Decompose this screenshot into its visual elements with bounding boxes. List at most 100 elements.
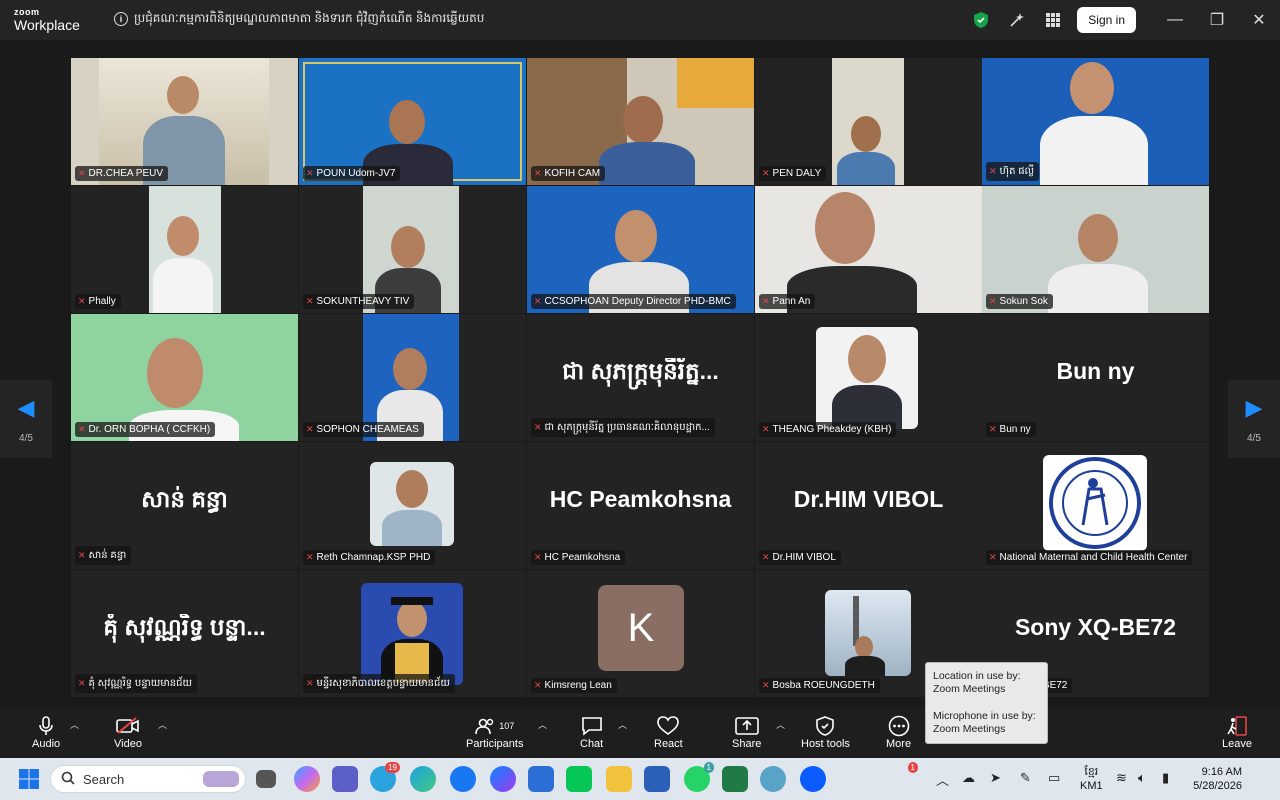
participant-tile[interactable]: ✕ មន្ទីរសុខាភិបាលខេត្តបន្ទាយមានជ័យ (299, 570, 526, 697)
profile-picture (816, 327, 918, 429)
participant-tile[interactable]: ✕ KOFIH CAM (527, 58, 754, 185)
messenger-icon[interactable] (490, 766, 516, 792)
video-options-caret[interactable]: ︿ (158, 718, 167, 731)
participant-tile[interactable]: ✕ Sokun Sok (982, 186, 1209, 313)
participant-name-label: ✕ Dr.HIM VIBOL (759, 550, 841, 565)
minimize-button[interactable]: — (1154, 0, 1196, 40)
show-hidden-icons-icon[interactable]: ︿ (936, 770, 949, 789)
participant-tile[interactable]: ✕ CCSOPHOAN Deputy Director PHD-BMC (527, 186, 754, 313)
line-icon[interactable] (566, 766, 592, 792)
participant-display-name: Dr.HIM VIBOL (793, 486, 944, 512)
location-icon[interactable]: ➤ (990, 770, 1001, 786)
onedrive-icon[interactable]: ☁ (962, 770, 975, 786)
apps-grid-icon[interactable] (1035, 5, 1071, 35)
participant-tile[interactable]: K ✕ Kimsreng Lean (527, 570, 754, 697)
participant-tile[interactable]: ✕ THEANG Pheakdey (KBH) (755, 314, 982, 441)
zoom-taskbar-icon[interactable] (800, 766, 826, 792)
previous-page-button[interactable]: ◀ 4/5 (0, 380, 52, 458)
restore-button[interactable]: ❐ (1196, 0, 1238, 40)
audio-button[interactable]: Audio (32, 714, 60, 750)
participant-tile[interactable]: ✕ ហ៊ុត ផល្លី (982, 58, 1209, 185)
muted-mic-icon: ✕ (762, 680, 770, 690)
chat-options-caret[interactable]: ︿ (618, 718, 627, 731)
participant-tile[interactable]: ✕ Phally (71, 186, 298, 313)
clock-app-icon[interactable] (760, 766, 786, 792)
brand-top: zoom (14, 7, 40, 17)
info-icon[interactable]: i (114, 12, 128, 26)
more-button[interactable]: More (886, 714, 911, 750)
participant-tile[interactable]: ✕ Reth Chamnap.KSP PHD (299, 442, 526, 569)
participant-tile[interactable]: ✕ DR.CHEA PEUV (71, 58, 298, 185)
word-icon[interactable] (644, 766, 670, 792)
muted-mic-icon: ✕ (534, 422, 542, 432)
participant-name-label: ✕ Sokun Sok (986, 294, 1053, 309)
keyboard-icon[interactable]: ▭ (1048, 770, 1060, 786)
whatsapp-icon[interactable]: 1 (684, 762, 714, 792)
video-button[interactable]: Video (114, 714, 142, 750)
participant-name-label: ✕ KOFIH CAM (531, 166, 606, 181)
close-window-button[interactable]: ✕ (1238, 0, 1280, 40)
share-button[interactable]: Share (732, 714, 761, 750)
start-menu-icon[interactable] (16, 766, 42, 792)
muted-mic-icon: ✕ (989, 296, 997, 306)
audio-options-caret[interactable]: ︿ (70, 718, 79, 731)
task-view-icon[interactable] (256, 770, 276, 788)
facebook-icon[interactable] (450, 766, 476, 792)
participant-tile[interactable]: ✕ Pann An (755, 186, 982, 313)
muted-mic-icon: ✕ (78, 168, 86, 178)
participant-tile[interactable]: ជា សុភក្រ្តមុនីរ័ត្ន... ✕ ជា សុភក្រ្តមុនី… (527, 314, 754, 441)
system-clock[interactable]: 9:16 AM 5/28/2026 (1193, 765, 1242, 793)
muted-mic-icon: ✕ (534, 168, 542, 178)
participants-options-caret[interactable]: ︿ (538, 718, 547, 731)
react-button[interactable]: React (654, 714, 683, 750)
participant-tile[interactable]: គុំ សុវណ្ណរិទ្ធ បន្ទា... ✕ គុំ សុវណ្ណរិទ្… (71, 570, 298, 697)
telegram-badge: 19 (385, 762, 400, 773)
participant-tile[interactable]: Bun ny ✕ Bun ny (982, 314, 1209, 441)
store-icon[interactable] (528, 766, 554, 792)
participant-tile[interactable]: HC Peamkohsna ✕ HC Peamkohsna (527, 442, 754, 569)
participant-tile[interactable]: ✕ PEN DALY (755, 58, 982, 185)
edge-icon[interactable] (410, 766, 436, 792)
meeting-title: ប្រជុំគណៈកម្មការពិនិត្យមណ្ឌលភាពមាតា និងទ… (134, 11, 485, 25)
telegram-icon[interactable]: 19 (370, 762, 400, 792)
participant-tile[interactable]: សាន់ គន្ធា ✕ សាន់ គន្ធា (71, 442, 298, 569)
host-shield-icon (816, 714, 835, 738)
chat-button[interactable]: Chat (580, 714, 603, 750)
ai-companion-icon[interactable] (999, 5, 1035, 35)
excel-icon[interactable] (722, 766, 748, 792)
muted-mic-icon: ✕ (306, 424, 314, 434)
participant-name-label: ✕ HC Peamkohsna (531, 550, 626, 565)
whatsapp-badge: 1 (703, 762, 714, 773)
participant-tile[interactable]: ✕ POUN Udom-JV7 (299, 58, 526, 185)
language-indicator[interactable]: ខ្មែរ KM1 (1080, 765, 1103, 793)
title-bar: zoom Workplace i ប្រជុំគណៈកម្មការពិនិត្យ… (0, 0, 1280, 40)
file-explorer-icon[interactable] (606, 766, 632, 792)
participant-display-name: Sony XQ-BE72 (1014, 614, 1177, 640)
wifi-icon[interactable]: ≋ (1116, 770, 1127, 786)
participant-name-label: ✕ Pann An (759, 294, 816, 309)
participant-name-label: ✕ CCSOPHOAN Deputy Director PHD-BMC (531, 294, 736, 309)
next-page-button[interactable]: ▶ 4/5 (1228, 380, 1280, 458)
muted-mic-icon: ✕ (989, 166, 997, 176)
taskbar-search[interactable]: Search (50, 765, 246, 793)
notification-icon[interactable]: 1 (890, 762, 918, 792)
pen-icon[interactable]: ✎ (1020, 770, 1031, 786)
host-tools-button[interactable]: Host tools (801, 714, 850, 750)
participant-tile[interactable]: ✕ SOPHON CHEAMEAS (299, 314, 526, 441)
sign-in-button[interactable]: Sign in (1077, 7, 1136, 33)
participant-tile[interactable]: Dr.HIM VIBOL ✕ Dr.HIM VIBOL (755, 442, 982, 569)
muted-mic-icon: ✕ (989, 552, 997, 562)
copilot-icon[interactable] (294, 766, 320, 792)
participant-tile[interactable]: ✕ Dr. ORN BOPHA ( CCFKH) (71, 314, 298, 441)
participant-tile[interactable]: ✕ National Maternal and Child Health Cent… (982, 442, 1209, 569)
participants-button[interactable]: 107 Participants (466, 714, 523, 750)
meeting-info[interactable]: i ប្រជុំគណៈកម្មការពិនិត្យមណ្ឌលភាពមាតា និ… (114, 10, 484, 28)
participant-tile[interactable]: ✕ SOKUNTHEAVY TIV (299, 186, 526, 313)
leave-button[interactable]: Leave (1222, 714, 1252, 750)
participant-name-label: ✕ Phally (75, 294, 121, 309)
volume-icon[interactable]: 🔈︎ (1138, 770, 1146, 786)
share-options-caret[interactable]: ︿ (776, 718, 785, 731)
battery-icon[interactable]: ▮ (1162, 770, 1169, 786)
teams-icon[interactable] (332, 766, 358, 792)
shield-icon[interactable] (963, 5, 999, 35)
